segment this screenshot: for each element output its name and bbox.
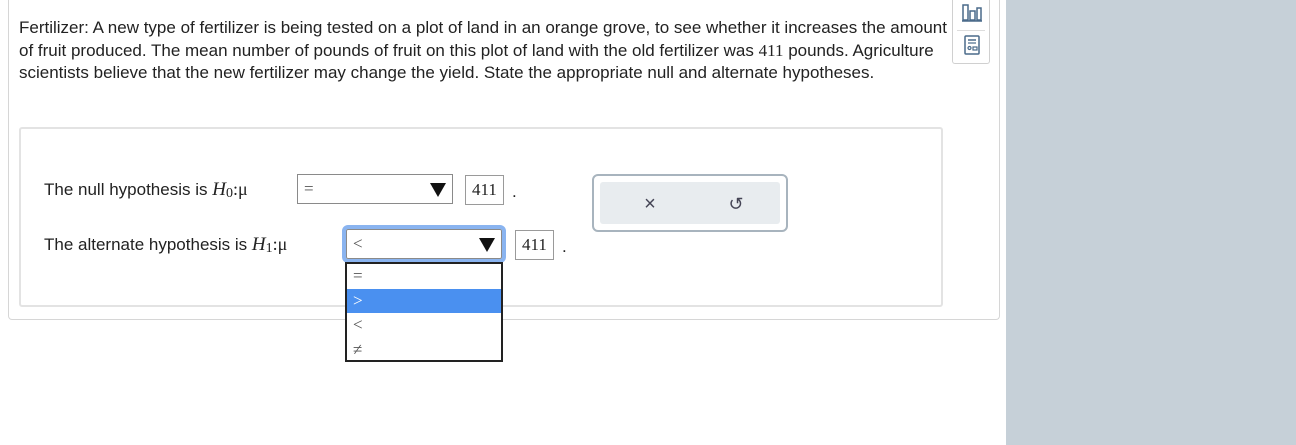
null-symbol-letter: H (212, 179, 226, 200)
alt-symbol-letter: H (251, 234, 266, 255)
question-text: Fertilizer: A new type of fertilizer is … (19, 17, 954, 85)
null-label-text: The null hypothesis is (44, 180, 213, 199)
question-value: 411 (758, 40, 784, 60)
dropdown-arrow-icon (479, 238, 495, 252)
toolbar-divider (957, 30, 985, 31)
action-bar: × ↺ (600, 182, 780, 224)
undo-icon[interactable]: ↺ (724, 192, 748, 216)
clear-icon[interactable]: × (638, 192, 662, 216)
operator-dropdown-list: = > < ≠ (345, 262, 503, 362)
alternate-hypothesis-label: The alternate hypothesis is H1:μ (44, 234, 287, 256)
null-operator-value: = (304, 179, 314, 198)
alt-value-box: 411 (515, 230, 554, 260)
null-period: . (512, 182, 517, 201)
alt-operator-value: < (353, 234, 363, 253)
alt-label-text: The alternate hypothesis is (44, 235, 252, 254)
side-toolbar (952, 0, 990, 64)
dropdown-option-not-equal[interactable]: ≠ (347, 338, 501, 363)
alt-mu: :μ (272, 234, 288, 254)
calculator-icon[interactable] (961, 34, 983, 56)
action-box: × ↺ (592, 174, 788, 232)
null-mu: :μ (232, 179, 248, 199)
alt-symbol: H1 (251, 234, 273, 256)
dropdown-arrow-icon (430, 183, 446, 197)
null-operator-select[interactable]: = (297, 174, 453, 204)
null-symbol: H0 (212, 179, 233, 201)
alt-operator-select[interactable]: < (342, 225, 506, 263)
dropdown-option-less[interactable]: < (347, 313, 501, 338)
null-hypothesis-label: The null hypothesis is H0:μ (44, 179, 248, 201)
dropdown-option-greater[interactable]: > (347, 288, 501, 313)
dropdown-option-equals[interactable]: = (347, 264, 501, 289)
alt-symbol-subscript: 1 (265, 241, 273, 256)
right-side-panel (1006, 0, 1296, 445)
chart-icon[interactable] (961, 2, 983, 24)
null-symbol-subscript: 0 (225, 186, 233, 201)
alt-period: . (562, 237, 567, 256)
null-value-box: 411 (465, 175, 504, 205)
